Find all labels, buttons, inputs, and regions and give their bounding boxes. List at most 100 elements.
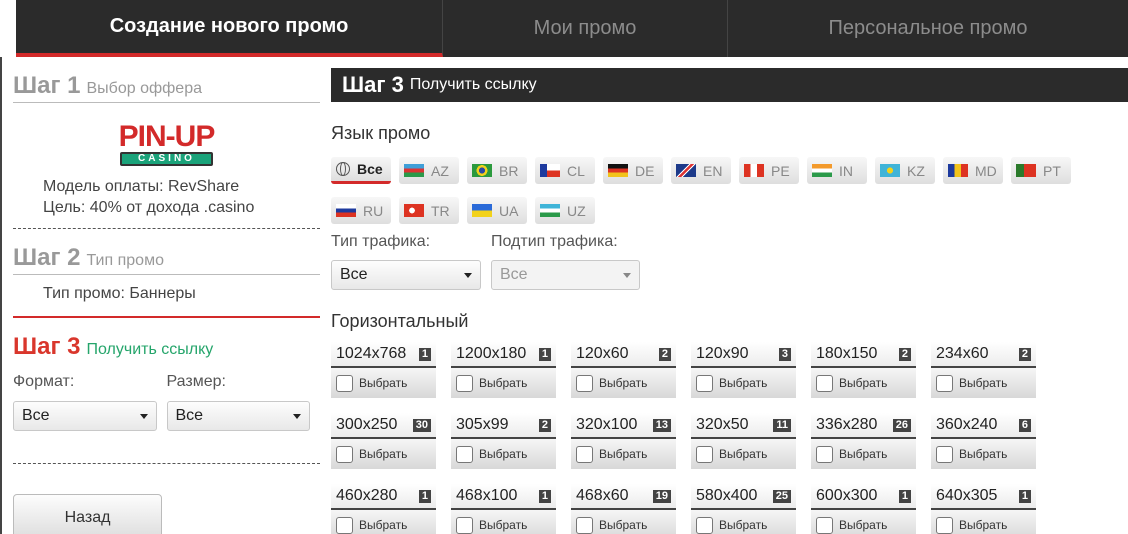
- choose-checkbox-row[interactable]: Выбрать: [811, 510, 916, 534]
- divider: [13, 463, 320, 464]
- banner-count-badge: 6: [1018, 418, 1031, 432]
- subtraffic-select[interactable]: Все: [491, 260, 640, 290]
- banner-size-header: 1200x180 1: [451, 342, 556, 368]
- banner-size-label: 336x280: [816, 416, 878, 433]
- lang-button[interactable]: DE: [603, 157, 663, 184]
- banner-size-header: 305x99 2: [451, 413, 556, 439]
- lang-button[interactable]: EN: [671, 157, 731, 184]
- choose-checkbox-row[interactable]: Выбрать: [451, 510, 556, 534]
- choose-checkbox-row[interactable]: Выбрать: [811, 439, 916, 469]
- caret-down-icon: [623, 272, 631, 278]
- banner-size-label: 320x100: [576, 416, 638, 433]
- choose-checkbox-row[interactable]: Выбрать: [691, 510, 796, 534]
- caret-down-icon: [139, 413, 148, 419]
- lang-button[interactable]: RU: [331, 197, 391, 224]
- banner-count-badge: 1: [538, 489, 551, 503]
- choose-label: Выбрать: [359, 376, 408, 390]
- choose-checkbox[interactable]: [456, 374, 473, 392]
- banner-count-badge: 1: [898, 489, 911, 503]
- traffic-select[interactable]: Все: [331, 260, 481, 290]
- banner-size-card: 336x280 26 Выбрать: [811, 413, 916, 469]
- choose-checkbox[interactable]: [816, 445, 833, 463]
- choose-checkbox-row[interactable]: Выбрать: [931, 439, 1036, 469]
- lang-button[interactable]: TR: [399, 197, 459, 224]
- choose-checkbox[interactable]: [936, 445, 953, 463]
- choose-checkbox-row[interactable]: Выбрать: [571, 368, 676, 398]
- lang-button[interactable]: UA: [467, 197, 527, 224]
- banner-size-label: 580x400: [696, 487, 758, 504]
- lang-button[interactable]: PE: [739, 157, 799, 184]
- banner-size-label: 468x60: [576, 487, 629, 504]
- choose-checkbox[interactable]: [696, 445, 713, 463]
- choose-checkbox-row[interactable]: Выбрать: [931, 510, 1036, 534]
- choose-checkbox[interactable]: [936, 516, 953, 534]
- choose-checkbox-row[interactable]: Выбрать: [691, 368, 796, 398]
- banner-size-card: 320x100 13 Выбрать: [571, 413, 676, 469]
- banner-count-badge: 1: [1018, 489, 1031, 503]
- choose-checkbox[interactable]: [336, 374, 353, 392]
- tab-personal-promo[interactable]: Персональное промо: [728, 0, 1128, 57]
- lang-code: UA: [499, 202, 519, 219]
- choose-checkbox-row[interactable]: Выбрать: [331, 368, 436, 398]
- choose-checkbox-row[interactable]: Выбрать: [931, 368, 1036, 398]
- choose-checkbox[interactable]: [816, 516, 833, 534]
- choose-checkbox-row[interactable]: Выбрать: [571, 439, 676, 469]
- banner-size-label: 120x90: [696, 345, 749, 362]
- flag-icon: [948, 164, 968, 177]
- choose-checkbox[interactable]: [336, 516, 353, 534]
- choose-checkbox[interactable]: [456, 516, 473, 534]
- lang-button[interactable]: UZ: [535, 197, 595, 224]
- flag-icon: [404, 164, 424, 177]
- lang-button[interactable]: PT: [1011, 157, 1071, 184]
- banner-size-card: 1200x180 1 Выбрать: [451, 342, 556, 398]
- left-edge-border: [0, 57, 2, 534]
- choose-checkbox-row[interactable]: Выбрать: [331, 510, 436, 534]
- choose-checkbox[interactable]: [576, 516, 593, 534]
- choose-label: Выбрать: [839, 376, 888, 390]
- lang-button[interactable]: BR: [467, 157, 527, 184]
- right-panel: Шаг 3 Получить ссылку Язык промо Все AZ BR…: [331, 68, 1128, 534]
- choose-checkbox[interactable]: [576, 374, 593, 392]
- choose-checkbox-row[interactable]: Выбрать: [451, 368, 556, 398]
- banner-count-badge: 13: [652, 418, 671, 432]
- choose-checkbox-row[interactable]: Выбрать: [691, 439, 796, 469]
- banner-count-badge: 2: [898, 347, 911, 361]
- back-button[interactable]: Назад: [13, 494, 162, 534]
- banner-size-header: 336x280 26: [811, 413, 916, 439]
- payment-model: Модель оплаты: RevShare: [43, 178, 240, 195]
- banner-size-label: 300x250: [336, 416, 398, 433]
- right-step-subtitle: Получить ссылку: [409, 76, 537, 93]
- lang-button[interactable]: CL: [535, 157, 595, 184]
- lang-button[interactable]: Все: [331, 157, 391, 184]
- choose-checkbox-row[interactable]: Выбрать: [571, 510, 676, 534]
- banner-size-card: 120x60 2 Выбрать: [571, 342, 676, 398]
- size-select-value: Все: [175, 407, 204, 424]
- lang-button[interactable]: MD: [943, 157, 1003, 184]
- flag-icon: [336, 204, 356, 217]
- choose-checkbox[interactable]: [336, 445, 353, 463]
- banner-size-card: 640x305 1 Выбрать: [931, 484, 1036, 534]
- choose-checkbox-row[interactable]: Выбрать: [811, 368, 916, 398]
- tab-my-promo[interactable]: Мои промо: [443, 0, 728, 57]
- banner-size-card: 234x60 2 Выбрать: [931, 342, 1036, 398]
- lang-button[interactable]: AZ: [399, 157, 459, 184]
- right-step-header: Шаг 3 Получить ссылку: [331, 68, 1128, 102]
- choose-checkbox[interactable]: [696, 374, 713, 392]
- banner-size-header: 320x50 11: [691, 413, 796, 439]
- banner-size-card: 360x240 6 Выбрать: [931, 413, 1036, 469]
- choose-checkbox-row[interactable]: Выбрать: [331, 439, 436, 469]
- format-select[interactable]: Все: [13, 401, 157, 431]
- choose-checkbox-row[interactable]: Выбрать: [451, 439, 556, 469]
- lang-button[interactable]: KZ: [875, 157, 935, 184]
- choose-checkbox[interactable]: [696, 516, 713, 534]
- lang-button[interactable]: IN: [807, 157, 867, 184]
- choose-checkbox[interactable]: [936, 374, 953, 392]
- tab-create-promo[interactable]: Создание нового промо: [16, 0, 443, 57]
- banner-size-label: 180x150: [816, 345, 878, 362]
- size-select[interactable]: Все: [166, 401, 310, 431]
- choose-checkbox[interactable]: [576, 445, 593, 463]
- choose-label: Выбрать: [599, 376, 648, 390]
- choose-checkbox[interactable]: [816, 374, 833, 392]
- flag-icon: [608, 164, 628, 177]
- choose-checkbox[interactable]: [456, 445, 473, 463]
